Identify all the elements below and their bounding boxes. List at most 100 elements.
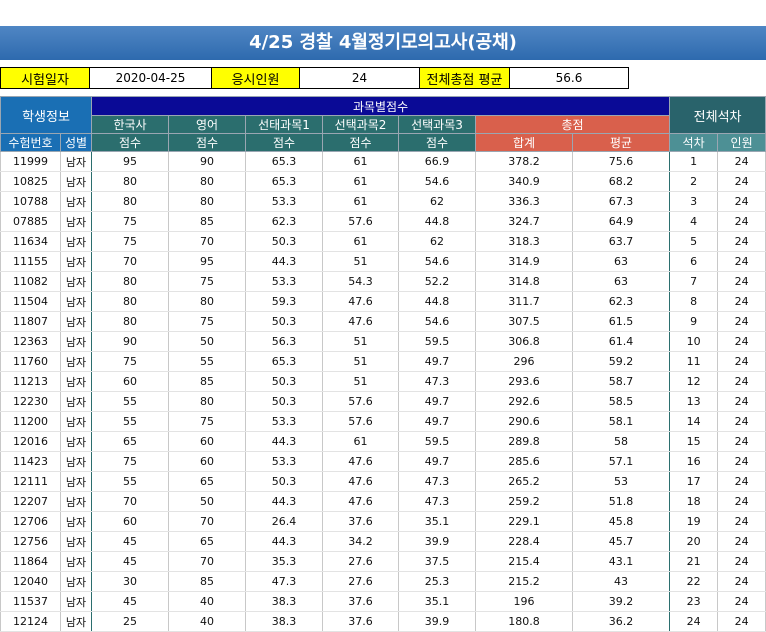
exam-number-cell: 11213 <box>0 371 61 392</box>
rank-cell: 10 <box>669 331 719 352</box>
elective3-cell: 39.9 <box>398 531 476 552</box>
elective1-cell: 53.3 <box>245 271 323 292</box>
korean-history-header: 한국사 <box>91 115 169 134</box>
elective2-cell: 61 <box>322 171 399 192</box>
elective1-cell: 59.3 <box>245 291 323 312</box>
korean-history-cell: 45 <box>91 531 169 552</box>
table-row: 12124 남자 25 40 38.3 37.6 39.9 180.8 36.2 24 24 <box>0 611 766 632</box>
sum-cell: 336.3 <box>475 191 573 212</box>
elective2-cell: 47.6 <box>322 471 399 492</box>
headcount-cell: 24 <box>717 311 766 332</box>
headcount-cell: 24 <box>717 491 766 512</box>
applicants-label: 응시인원 <box>211 67 300 89</box>
table-row: 12706 남자 60 70 26.4 37.6 35.1 229.1 45.8 19 24 <box>0 511 766 532</box>
exam-number-cell: 11082 <box>0 271 61 292</box>
english-cell: 60 <box>168 451 246 472</box>
english-cell: 80 <box>168 291 246 312</box>
rank-cell: 14 <box>669 411 719 432</box>
elective1-cell: 44.3 <box>245 431 323 452</box>
elective2-cell: 37.6 <box>322 591 399 612</box>
english-cell: 60 <box>168 431 246 452</box>
elective3-cell: 35.1 <box>398 591 476 612</box>
average-cell: 57.1 <box>571 451 671 472</box>
elective1-cell: 50.3 <box>245 391 323 412</box>
elective1-cell: 50.3 <box>245 231 323 252</box>
total-average-value: 56.6 <box>509 67 629 89</box>
english-cell: 80 <box>168 171 246 192</box>
rank-cell: 24 <box>669 611 719 632</box>
headcount-header: 인원 <box>717 133 766 152</box>
elective3-cell: 66.9 <box>398 151 476 172</box>
average-cell: 43 <box>571 571 671 592</box>
elective1-cell: 56.3 <box>245 331 323 352</box>
gender-cell: 남자 <box>60 451 92 472</box>
elective3-cell: 49.7 <box>398 451 476 472</box>
rank-cell: 3 <box>669 191 719 212</box>
table-row: 10788 남자 80 80 53.3 61 62 336.3 67.3 3 24 <box>0 191 766 212</box>
elective1-header: 선태과목1 <box>245 115 323 134</box>
elective3-cell: 25.3 <box>398 571 476 592</box>
gender-cell: 남자 <box>60 511 92 532</box>
table-row: 11082 남자 80 75 53.3 54.3 52.2 314.8 63 7 24 <box>0 271 766 292</box>
sum-cell: 292.6 <box>475 391 573 412</box>
exam-number-cell: 11155 <box>0 251 61 272</box>
average-cell: 63.7 <box>571 231 671 252</box>
elective1-cell: 35.3 <box>245 551 323 572</box>
exam-date-label: 시험일자 <box>0 67 90 89</box>
table-row: 11200 남자 55 75 53.3 57.6 49.7 290.6 58.1 14 24 <box>0 411 766 432</box>
elective1-cell: 38.3 <box>245 611 323 632</box>
elective1-cell: 50.3 <box>245 371 323 392</box>
elective2-cell: 47.6 <box>322 311 399 332</box>
sum-cell: 324.7 <box>475 211 573 232</box>
headcount-cell: 24 <box>717 531 766 552</box>
exam-number-cell: 12756 <box>0 531 61 552</box>
gender-cell: 남자 <box>60 471 92 492</box>
english-cell: 85 <box>168 571 246 592</box>
sum-cell: 215.4 <box>475 551 573 572</box>
rank-cell: 2 <box>669 171 719 192</box>
elective1-cell: 38.3 <box>245 591 323 612</box>
average-cell: 63 <box>571 271 671 292</box>
sum-cell: 318.3 <box>475 231 573 252</box>
gender-cell: 남자 <box>60 491 92 512</box>
elective2-cell: 61 <box>322 431 399 452</box>
elective3-cell: 59.5 <box>398 431 476 452</box>
table-row: 11155 남자 70 95 44.3 51 54.6 314.9 63 6 24 <box>0 251 766 272</box>
average-cell: 43.1 <box>571 551 671 572</box>
korean-history-cell: 80 <box>91 311 169 332</box>
elective3-cell: 54.6 <box>398 171 476 192</box>
table-row: 11213 남자 60 85 50.3 51 47.3 293.6 58.7 12 24 <box>0 371 766 392</box>
elective1-cell: 62.3 <box>245 211 323 232</box>
rank-cell: 16 <box>669 451 719 472</box>
exam-number-cell: 12230 <box>0 391 61 412</box>
korean-history-cell: 55 <box>91 471 169 492</box>
gender-cell: 남자 <box>60 271 92 292</box>
rank-cell: 19 <box>669 511 719 532</box>
elective2-cell: 57.6 <box>322 391 399 412</box>
elective1-cell: 65.3 <box>245 151 323 172</box>
korean-history-cell: 45 <box>91 591 169 612</box>
elective2-cell: 34.2 <box>322 531 399 552</box>
table-row: 10825 남자 80 80 65.3 61 54.6 340.9 68.2 2 24 <box>0 171 766 192</box>
headcount-cell: 24 <box>717 351 766 372</box>
table-row: 07885 남자 75 85 62.3 57.6 44.8 324.7 64.9 4 24 <box>0 211 766 232</box>
table-row: 12207 남자 70 50 44.3 47.6 47.3 259.2 51.8 18 24 <box>0 491 766 512</box>
average-cell: 75.6 <box>571 151 671 172</box>
sum-cell: 311.7 <box>475 291 573 312</box>
korean-history-cell: 60 <box>91 371 169 392</box>
table-row: 11634 남자 75 70 50.3 61 62 318.3 63.7 5 24 <box>0 231 766 252</box>
korean-history-cell: 80 <box>91 271 169 292</box>
korean-history-cell: 75 <box>91 211 169 232</box>
english-cell: 85 <box>168 211 246 232</box>
elective2-cell: 37.6 <box>322 611 399 632</box>
korean-history-cell: 55 <box>91 391 169 412</box>
average-cell: 58 <box>571 431 671 452</box>
gender-cell: 남자 <box>60 411 92 432</box>
headcount-cell: 24 <box>717 151 766 172</box>
rank-cell: 23 <box>669 591 719 612</box>
elective3-cell: 62 <box>398 231 476 252</box>
average-cell: 45.7 <box>571 531 671 552</box>
average-cell: 39.2 <box>571 591 671 612</box>
gender-cell: 남자 <box>60 611 92 632</box>
elective2-cell: 57.6 <box>322 411 399 432</box>
